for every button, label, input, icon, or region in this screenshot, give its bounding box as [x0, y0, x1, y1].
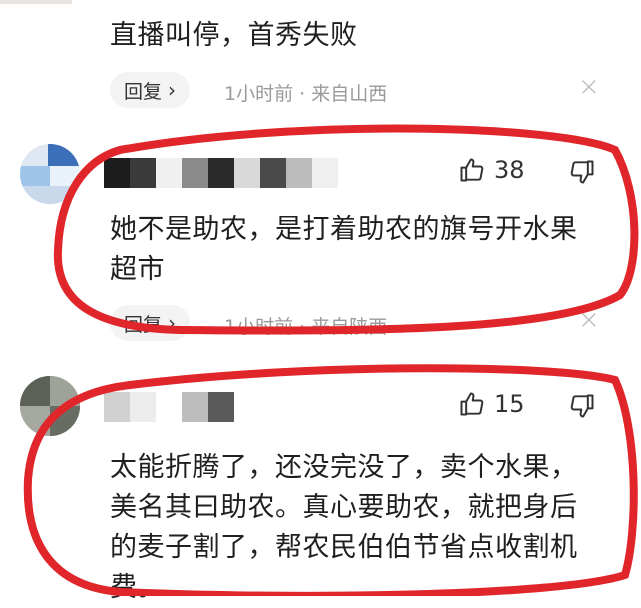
thumbs-up-icon: [460, 392, 484, 416]
thumbs-up-icon: [460, 158, 484, 182]
reply-label: 回复: [124, 80, 163, 103]
comment-1-text: 直播叫停，首秀失败: [110, 20, 358, 51]
comment-3-text: 太能折腾了，还没完没了，卖个水果，美名其曰助农。真心要助农，就把身后的麦子割了，…: [110, 452, 578, 603]
dislike-button[interactable]: [568, 158, 596, 190]
username-mosaic: [104, 158, 338, 188]
reply-button[interactable]: 回复 ›: [110, 72, 191, 108]
like-count: 38: [494, 156, 525, 184]
username-mosaic: [104, 392, 234, 422]
previous-avatar-fragment: [0, 0, 72, 4]
chevron-right-icon: ›: [168, 78, 177, 102]
comment-meta: 1小时前 · 来自陕西: [224, 316, 388, 338]
like-button[interactable]: 38: [458, 156, 525, 184]
chevron-right-icon: ›: [168, 311, 177, 335]
dislike-button[interactable]: [568, 392, 596, 424]
reply-label: 回复: [124, 313, 163, 336]
close-icon[interactable]: ×: [578, 305, 600, 335]
like-button[interactable]: 15: [458, 390, 525, 418]
thumbs-down-icon: [570, 394, 594, 418]
thumbs-down-icon: [570, 160, 594, 184]
avatar[interactable]: [20, 376, 80, 436]
reply-button[interactable]: 回复 ›: [110, 305, 191, 341]
close-icon[interactable]: ×: [578, 72, 600, 102]
like-count: 15: [494, 390, 525, 418]
comment-meta: 1小时前 · 来自山西: [224, 83, 388, 105]
comment-2-text: 她不是助农，是打着助农的旗号开水果超市: [110, 214, 578, 285]
avatar[interactable]: [20, 144, 80, 204]
